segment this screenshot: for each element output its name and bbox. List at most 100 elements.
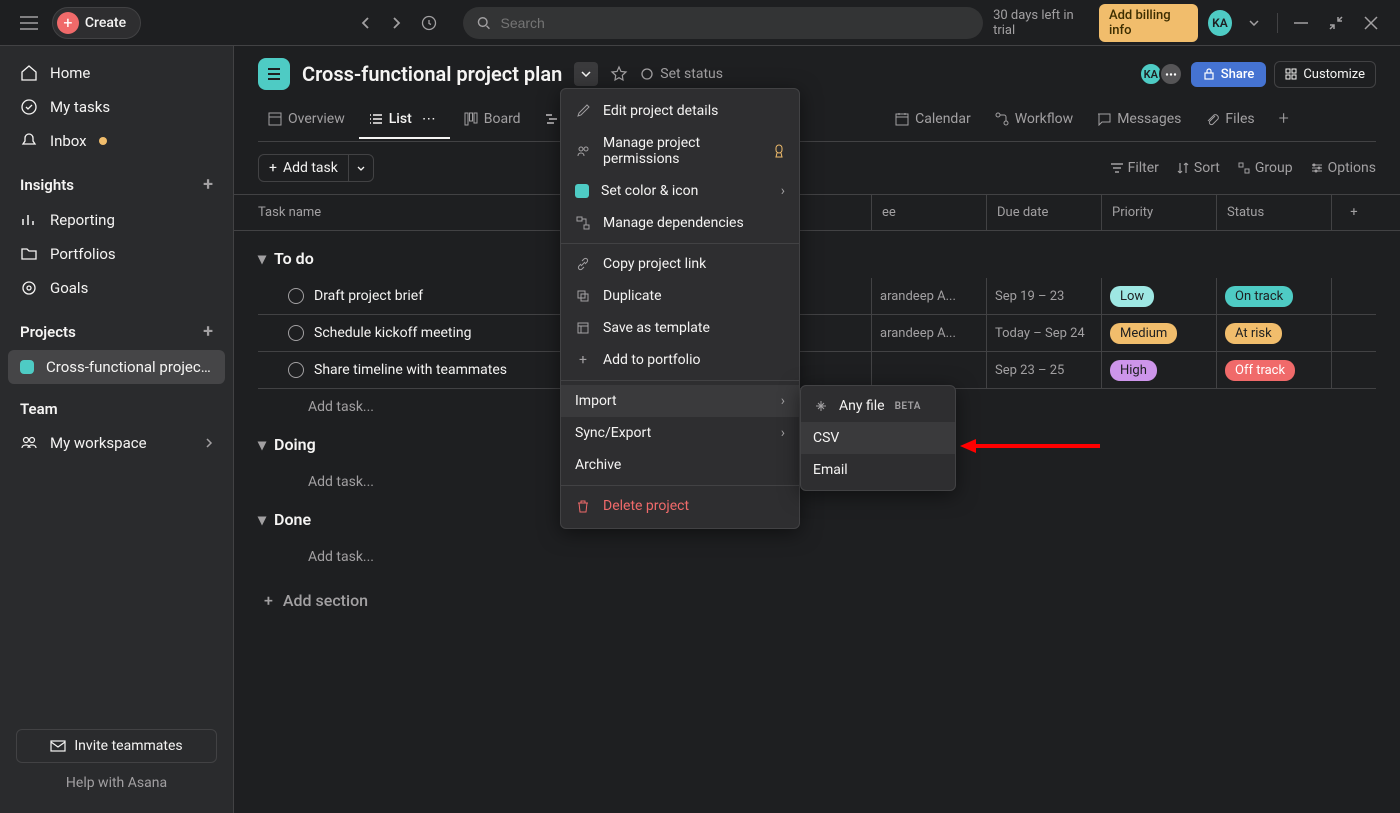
- options-button[interactable]: Options: [1311, 160, 1376, 176]
- task-row[interactable]: Share timeline with teammatesSep 23 – 25…: [258, 352, 1376, 389]
- search-field[interactable]: [498, 14, 969, 32]
- projects-header[interactable]: Projects +: [0, 305, 233, 350]
- customize-button[interactable]: Customize: [1274, 61, 1376, 88]
- plus-icon[interactable]: +: [203, 321, 213, 342]
- due-date-cell[interactable]: Sep 19 – 23: [986, 278, 1101, 314]
- menu-import[interactable]: Import›: [561, 385, 799, 417]
- add-task-placeholder[interactable]: Add task...: [258, 539, 1376, 575]
- sidebar-home[interactable]: Home: [0, 56, 233, 90]
- help-link[interactable]: Help with Asana: [16, 763, 217, 797]
- set-status-button[interactable]: Set status: [640, 66, 723, 82]
- sidebar-portfolios[interactable]: Portfolios: [0, 237, 233, 271]
- assignee-cell[interactable]: [871, 352, 986, 388]
- create-button[interactable]: + Create: [52, 7, 141, 39]
- complete-checkbox[interactable]: [288, 288, 304, 304]
- user-chevron-icon[interactable]: [1242, 9, 1267, 37]
- sidebar-workspace[interactable]: My workspace: [0, 426, 233, 460]
- history-icon[interactable]: [415, 9, 443, 37]
- sidebar-goals[interactable]: Goals: [0, 271, 233, 305]
- assignee-cell[interactable]: arandeep A...: [871, 315, 986, 351]
- hamburger-icon[interactable]: [16, 9, 42, 37]
- people-icon: [20, 434, 38, 452]
- project-menu-button[interactable]: [574, 62, 598, 86]
- tab-calendar[interactable]: Calendar: [885, 103, 981, 139]
- invite-button[interactable]: Invite teammates: [16, 729, 217, 763]
- priority-cell[interactable]: Medium: [1101, 315, 1216, 351]
- share-button[interactable]: Share: [1191, 62, 1267, 87]
- assignee-cell[interactable]: arandeep A...: [871, 278, 986, 314]
- priority-cell[interactable]: High: [1101, 352, 1216, 388]
- project-title: Cross-functional project plan: [302, 62, 562, 86]
- due-date-cell[interactable]: Today – Sep 24: [986, 315, 1101, 351]
- task-row[interactable]: Schedule kickoff meetingarandeep A...Tod…: [258, 315, 1376, 352]
- submenu-csv[interactable]: CSV: [801, 422, 955, 454]
- status-cell[interactable]: At risk: [1216, 315, 1331, 351]
- due-date-cell[interactable]: Sep 23 – 25: [986, 352, 1101, 388]
- menu-manage-permissions[interactable]: Manage project permissions: [561, 127, 799, 175]
- billing-button[interactable]: Add billing info: [1099, 4, 1198, 42]
- filter-button[interactable]: Filter: [1111, 160, 1159, 176]
- minimize-icon[interactable]: [1288, 9, 1313, 37]
- project-color-icon: [20, 360, 34, 374]
- sidebar-inbox[interactable]: Inbox: [0, 124, 233, 158]
- add-task-button[interactable]: +Add task: [258, 154, 374, 182]
- column-priority[interactable]: Priority: [1101, 195, 1216, 230]
- menu-sync-export[interactable]: Sync/Export›: [561, 417, 799, 449]
- trial-text: 30 days left in trial: [993, 8, 1089, 38]
- back-icon[interactable]: [351, 9, 379, 37]
- submenu-any-file[interactable]: Any file BETA: [801, 390, 955, 422]
- chevron-down-icon: [581, 71, 591, 77]
- close-icon[interactable]: [1359, 9, 1384, 37]
- tab-files[interactable]: Files: [1195, 103, 1264, 139]
- tab-list[interactable]: List⋯: [359, 103, 450, 139]
- collapse-icon[interactable]: [1323, 9, 1348, 37]
- sidebar-project-item[interactable]: Cross-functional project p...: [8, 350, 225, 384]
- add-section-button[interactable]: +Add section: [258, 575, 1376, 626]
- tab-board[interactable]: Board: [454, 103, 531, 139]
- section-name: Done: [274, 510, 311, 529]
- lock-icon: [1203, 68, 1215, 80]
- sidebar-reporting[interactable]: Reporting: [0, 203, 233, 237]
- complete-checkbox[interactable]: [288, 362, 304, 378]
- tab-messages[interactable]: Messages: [1087, 103, 1191, 139]
- tab-overview[interactable]: Overview: [258, 103, 355, 139]
- menu-duplicate[interactable]: Duplicate: [561, 280, 799, 312]
- caret-down-icon: ▾: [258, 510, 266, 529]
- add-task-chevron[interactable]: [349, 161, 373, 176]
- insights-header[interactable]: Insights +: [0, 158, 233, 203]
- section-header[interactable]: ▾To do: [258, 239, 1376, 278]
- section-header[interactable]: ▾ Done: [258, 500, 1376, 539]
- star-button[interactable]: [610, 65, 628, 83]
- group-button[interactable]: Group: [1238, 160, 1293, 176]
- sidebar-my-tasks[interactable]: My tasks: [0, 90, 233, 124]
- menu-manage-dependencies[interactable]: Manage dependencies: [561, 207, 799, 239]
- menu-delete-project[interactable]: Delete project: [561, 490, 799, 522]
- more-members-button[interactable]: [1159, 62, 1183, 86]
- column-due-date[interactable]: Due date: [986, 195, 1101, 230]
- status-cell[interactable]: Off track: [1216, 352, 1331, 388]
- menu-save-template[interactable]: Save as template: [561, 312, 799, 344]
- menu-archive[interactable]: Archive: [561, 449, 799, 481]
- menu-add-portfolio[interactable]: +Add to portfolio: [561, 344, 799, 376]
- menu-copy-link[interactable]: Copy project link: [561, 248, 799, 280]
- menu-set-color[interactable]: Set color & icon›: [561, 175, 799, 207]
- search-input[interactable]: [463, 7, 983, 39]
- add-column-button[interactable]: +: [1331, 195, 1376, 230]
- priority-cell[interactable]: Low: [1101, 278, 1216, 314]
- sort-button[interactable]: Sort: [1177, 160, 1220, 176]
- tab-more-icon[interactable]: ⋯: [418, 111, 440, 127]
- column-assignee[interactable]: ee: [871, 195, 986, 230]
- menu-edit-details[interactable]: Edit project details: [561, 95, 799, 127]
- forward-icon[interactable]: [383, 9, 411, 37]
- task-row[interactable]: Draft project briefarandeep A...Sep 19 –…: [258, 278, 1376, 315]
- team-header[interactable]: Team: [0, 384, 233, 426]
- link-icon: [575, 256, 591, 272]
- tab-workflow[interactable]: Workflow: [985, 103, 1084, 139]
- plus-icon[interactable]: +: [203, 174, 213, 195]
- column-status[interactable]: Status: [1216, 195, 1331, 230]
- user-avatar[interactable]: KA: [1208, 10, 1232, 36]
- submenu-email[interactable]: Email: [801, 454, 955, 486]
- tab-add-button[interactable]: +: [1269, 100, 1299, 141]
- status-cell[interactable]: On track: [1216, 278, 1331, 314]
- complete-checkbox[interactable]: [288, 325, 304, 341]
